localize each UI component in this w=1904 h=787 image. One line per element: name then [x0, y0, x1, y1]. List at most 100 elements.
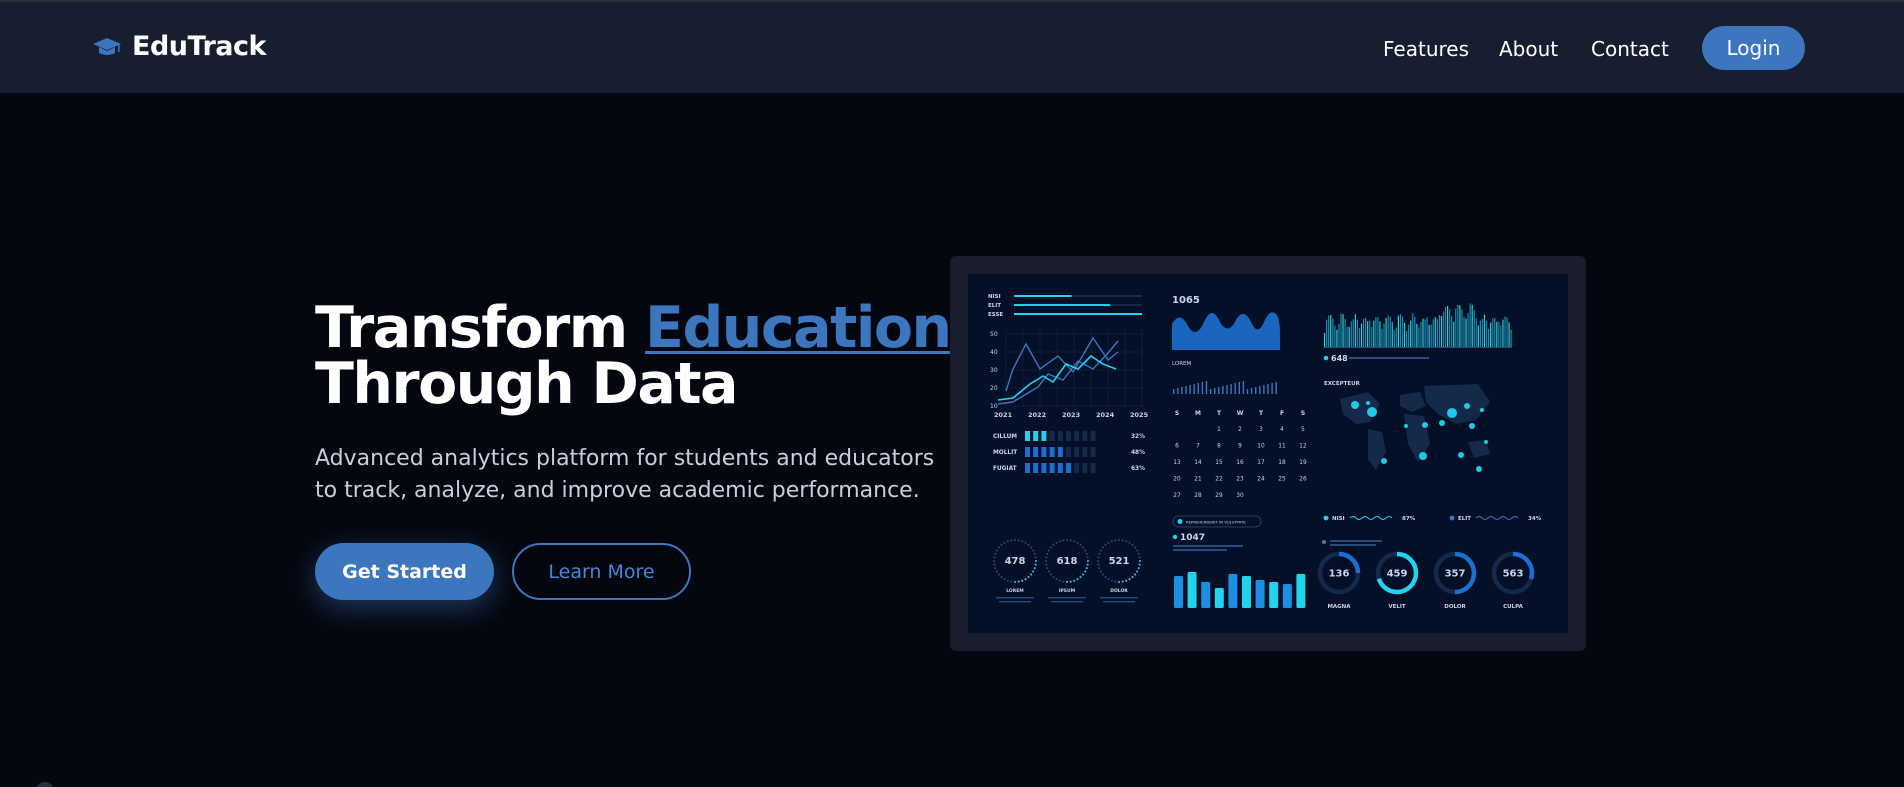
- spectrum-bar: [1453, 321, 1455, 347]
- bottom-bar: [1255, 580, 1265, 608]
- progress-row-segment: [1033, 463, 1039, 473]
- calendar-date[interactable]: 5: [1301, 427, 1305, 433]
- ring-dot: [1097, 563, 1100, 566]
- calendar-date[interactable]: 6: [1175, 444, 1179, 450]
- ring-dot: [1076, 541, 1079, 544]
- nav-link-contact[interactable]: Contact: [1591, 37, 1669, 61]
- calendar-date[interactable]: 7: [1196, 444, 1200, 450]
- legend-percent: 34%: [1528, 516, 1542, 522]
- mini-spike-bars: [1173, 381, 1277, 394]
- ring-dot: [1128, 578, 1131, 581]
- calendar-date[interactable]: 15: [1215, 460, 1223, 466]
- calendar-date[interactable]: 3: [1259, 427, 1263, 433]
- calendar-date[interactable]: 17: [1257, 460, 1265, 466]
- spectrum-bar: [1426, 317, 1428, 347]
- learn-more-button[interactable]: Learn More: [512, 543, 691, 600]
- map-dot: [1480, 408, 1484, 412]
- progress-row-segment: [1057, 463, 1063, 473]
- calendar-date[interactable]: 14: [1194, 460, 1202, 466]
- bottom-bar-chart: [1174, 572, 1306, 608]
- big-rings: 136 MAGNA 459 VELIT 357 DOLOR 563 CULPA: [1317, 551, 1535, 610]
- progress-row-segment: [1082, 463, 1088, 473]
- calendar-day-header: T: [1217, 410, 1222, 417]
- ring-dot: [1062, 580, 1065, 583]
- calendar-date[interactable]: 12: [1299, 444, 1307, 450]
- calendar-date[interactable]: 11: [1278, 444, 1286, 450]
- ring-dot: [1079, 576, 1082, 579]
- legend-percent: 87%: [1402, 516, 1416, 522]
- nav-link-features[interactable]: Features: [1383, 37, 1469, 61]
- calendar-date[interactable]: 22: [1215, 477, 1223, 483]
- calendar-date[interactable]: 26: [1299, 477, 1307, 483]
- ring-dot: [1021, 540, 1024, 543]
- calendar-date[interactable]: 13: [1173, 460, 1181, 466]
- spectrum-bar: [1326, 319, 1328, 347]
- ring-dot: [993, 563, 996, 566]
- ring-dot: [1136, 570, 1139, 573]
- ring-dot: [1139, 560, 1141, 562]
- ring-dot: [1125, 579, 1128, 582]
- get-started-button[interactable]: Get Started: [315, 543, 494, 600]
- spectrum-bar: [1324, 333, 1326, 347]
- calendar-date[interactable]: 1: [1217, 427, 1221, 433]
- ring-dot: [993, 556, 996, 559]
- ring-dot: [994, 567, 997, 570]
- spectrum-bar: [1422, 318, 1424, 347]
- spectrum-bar: [1508, 322, 1510, 347]
- mini-spike-bar: [1218, 387, 1220, 394]
- calendar-date[interactable]: 29: [1215, 493, 1223, 499]
- map-dot: [1422, 422, 1428, 428]
- map-dot: [1351, 401, 1359, 409]
- calendar-date[interactable]: 2: [1238, 427, 1242, 433]
- small-ring-label: DOLOR: [1110, 588, 1128, 594]
- mini-spike-bar: [1189, 385, 1191, 394]
- spectrum-bar: [1387, 315, 1389, 347]
- calendar-date[interactable]: 24: [1257, 477, 1265, 483]
- y-tick-label: 50: [990, 331, 998, 338]
- calendar-date[interactable]: 23: [1236, 477, 1244, 483]
- calendar-date[interactable]: 20: [1173, 477, 1181, 483]
- login-button[interactable]: Login: [1702, 26, 1805, 70]
- calendar-date[interactable]: 10: [1257, 444, 1265, 450]
- ring-dot: [1066, 539, 1068, 541]
- spectrum-bar: [1428, 324, 1430, 347]
- map-dot: [1464, 403, 1470, 409]
- spectrum-bar: [1442, 311, 1445, 347]
- map-dot: [1469, 423, 1475, 429]
- calendar-date[interactable]: 25: [1278, 477, 1286, 483]
- mini-spike-bar: [1250, 388, 1253, 394]
- top-bar-fill: [1014, 313, 1142, 315]
- spectrum-bar: [1436, 319, 1438, 347]
- ring-dot: [1010, 539, 1013, 542]
- ring-dot: [1101, 546, 1104, 549]
- legend-wave: [1475, 516, 1519, 520]
- progress-row-segment: [1057, 447, 1063, 457]
- ring-dot: [1118, 539, 1120, 541]
- spectrum-bar: [1362, 319, 1365, 347]
- calendar-date[interactable]: 16: [1236, 460, 1244, 466]
- nav-link-about[interactable]: About: [1499, 37, 1558, 61]
- calendar-date[interactable]: 27: [1173, 493, 1181, 499]
- spectrum-bar: [1350, 321, 1352, 347]
- progress-row-segment: [1041, 447, 1047, 457]
- ring-dot: [1046, 567, 1049, 570]
- progress-row-segment: [1057, 431, 1063, 441]
- progress-row-percent: 63%: [1131, 466, 1145, 472]
- calendar-date[interactable]: 8: [1217, 444, 1221, 450]
- ring-dot: [1000, 543, 1003, 546]
- brand[interactable]: EduTrack: [92, 31, 266, 62]
- calendar-date[interactable]: 9: [1238, 444, 1242, 450]
- calendar-date[interactable]: 18: [1278, 460, 1286, 466]
- x-tick-label: 2024: [1096, 411, 1115, 419]
- legend-wave: [1349, 516, 1393, 520]
- ring-dot: [1049, 573, 1052, 576]
- spectrum-bar: [1430, 324, 1432, 347]
- small-ring-value: 618: [1057, 556, 1078, 567]
- ring-dot: [1003, 578, 1006, 581]
- calendar-date[interactable]: 28: [1194, 493, 1202, 499]
- calendar-date[interactable]: 4: [1280, 427, 1284, 433]
- calendar-date[interactable]: 30: [1236, 493, 1244, 499]
- ring-dot: [1069, 539, 1072, 542]
- calendar-date[interactable]: 21: [1194, 477, 1202, 483]
- calendar-date[interactable]: 19: [1299, 460, 1307, 466]
